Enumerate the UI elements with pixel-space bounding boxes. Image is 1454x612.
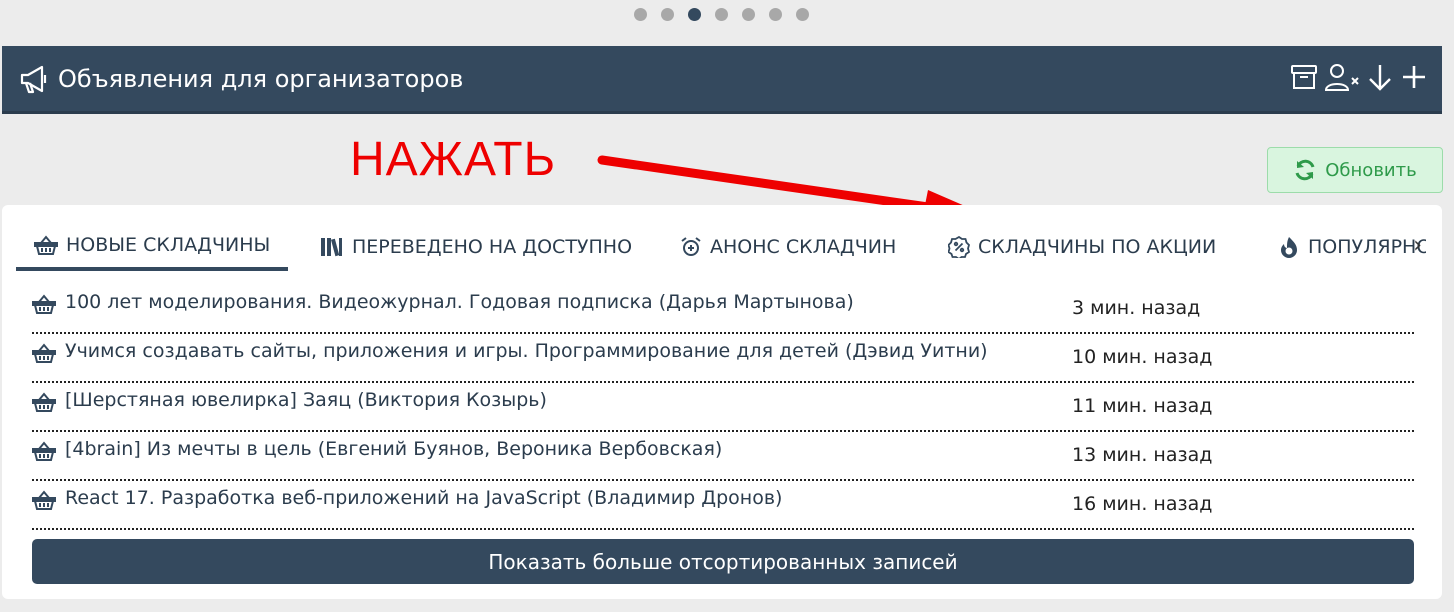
arrow-down-icon[interactable] — [1366, 62, 1394, 92]
tab-accessible[interactable]: ПЕРЕВЕДЕНО НА ДОСТУПНО — [302, 223, 650, 271]
item-title[interactable]: [4brain] Из мечты в цель (Евгений Буянов… — [65, 438, 722, 460]
section-header: Объявления для организаторов — [2, 46, 1442, 114]
user-remove-icon[interactable] — [1324, 62, 1360, 92]
header-tools — [1290, 62, 1428, 92]
basket-icon — [32, 490, 56, 510]
basket-icon — [32, 441, 56, 461]
annotation-label: НАЖАТЬ — [350, 133, 557, 186]
tab-promo[interactable]: СКЛАДЧИНЫ ПО АКЦИИ — [930, 223, 1234, 271]
list-item[interactable]: [Шерстяная ювелирка] Заяц (Виктория Козы… — [32, 383, 1414, 432]
listing-card: НОВЫЕ СКЛАДЧИНЫ ПЕРЕВЕДЕНО НА ДОСТУПНО А… — [2, 205, 1442, 599]
item-title[interactable]: 100 лет моделирования. Видеожурнал. Годо… — [65, 291, 854, 313]
carousel-dot-active[interactable] — [688, 8, 701, 21]
item-time: 3 мин. назад — [1072, 297, 1201, 319]
tab-label: НОВЫЕ СКЛАДЧИНЫ — [66, 234, 271, 256]
tab-label: АНОНС СКЛАДЧИН — [710, 236, 897, 258]
item-time: 13 мин. назад — [1072, 444, 1213, 466]
carousel-dot[interactable] — [661, 8, 674, 21]
refresh-button[interactable]: Обновить — [1267, 147, 1443, 193]
refresh-icon — [1295, 159, 1315, 181]
tab-announce[interactable]: АНОНС СКЛАДЧИН — [662, 223, 914, 271]
tab-popular[interactable]: ПОПУЛЯРНО — [1260, 223, 1426, 271]
basket-icon — [32, 343, 56, 363]
fire-icon — [1281, 237, 1297, 258]
section-title: Объявления для организаторов — [58, 64, 464, 93]
list-item[interactable]: 100 лет моделирования. Видеожурнал. Годо… — [32, 285, 1414, 334]
tab-new[interactable]: НОВЫЕ СКЛАДЧИНЫ — [16, 223, 289, 271]
discount-icon — [948, 236, 970, 258]
archive-icon[interactable] — [1290, 62, 1318, 92]
item-title[interactable]: Учимся создавать сайты, приложения и игр… — [65, 340, 988, 362]
carousel-dot[interactable] — [634, 8, 647, 21]
basket-icon — [34, 235, 58, 255]
item-time: 10 мин. назад — [1072, 346, 1213, 368]
alarm-icon — [681, 237, 701, 256]
carousel-dot[interactable] — [715, 8, 728, 21]
item-title[interactable]: [Шерстяная ювелирка] Заяц (Виктория Козы… — [65, 389, 547, 411]
library-icon — [321, 238, 342, 257]
list-item[interactable]: React 17. Разработка веб-приложений на J… — [32, 481, 1414, 530]
carousel-dots — [634, 8, 809, 21]
carousel-dot[interactable] — [742, 8, 755, 21]
show-more-button[interactable]: Показать больше отсортированных записей — [32, 539, 1414, 584]
tab-bar: НОВЫЕ СКЛАДЧИНЫ ПЕРЕВЕДЕНО НА ДОСТУПНО А… — [16, 223, 1426, 271]
item-time: 11 мин. назад — [1072, 395, 1213, 417]
megaphone-icon — [20, 65, 47, 93]
tab-label: ПОПУЛЯРНО — [1308, 236, 1426, 258]
basket-icon — [32, 294, 56, 314]
tab-label: ПЕРЕВЕДЕНО НА ДОСТУПНО — [352, 236, 633, 258]
refresh-label: Обновить — [1325, 159, 1417, 181]
list-item[interactable]: Учимся создавать сайты, приложения и игр… — [32, 334, 1414, 383]
carousel-dot[interactable] — [769, 8, 782, 21]
carousel-dot[interactable] — [796, 8, 809, 21]
plus-icon[interactable] — [1400, 62, 1428, 92]
chevron-right-icon[interactable]: › — [1413, 233, 1422, 258]
tab-label: СКЛАДЧИНЫ ПО АКЦИИ — [978, 236, 1217, 258]
basket-icon — [32, 392, 56, 412]
item-title[interactable]: React 17. Разработка веб-приложений на J… — [65, 487, 782, 509]
listing-rows: 100 лет моделирования. Видеожурнал. Годо… — [32, 285, 1414, 530]
list-item[interactable]: [4brain] Из мечты в цель (Евгений Буянов… — [32, 432, 1414, 481]
item-time: 16 мин. назад — [1072, 493, 1213, 515]
